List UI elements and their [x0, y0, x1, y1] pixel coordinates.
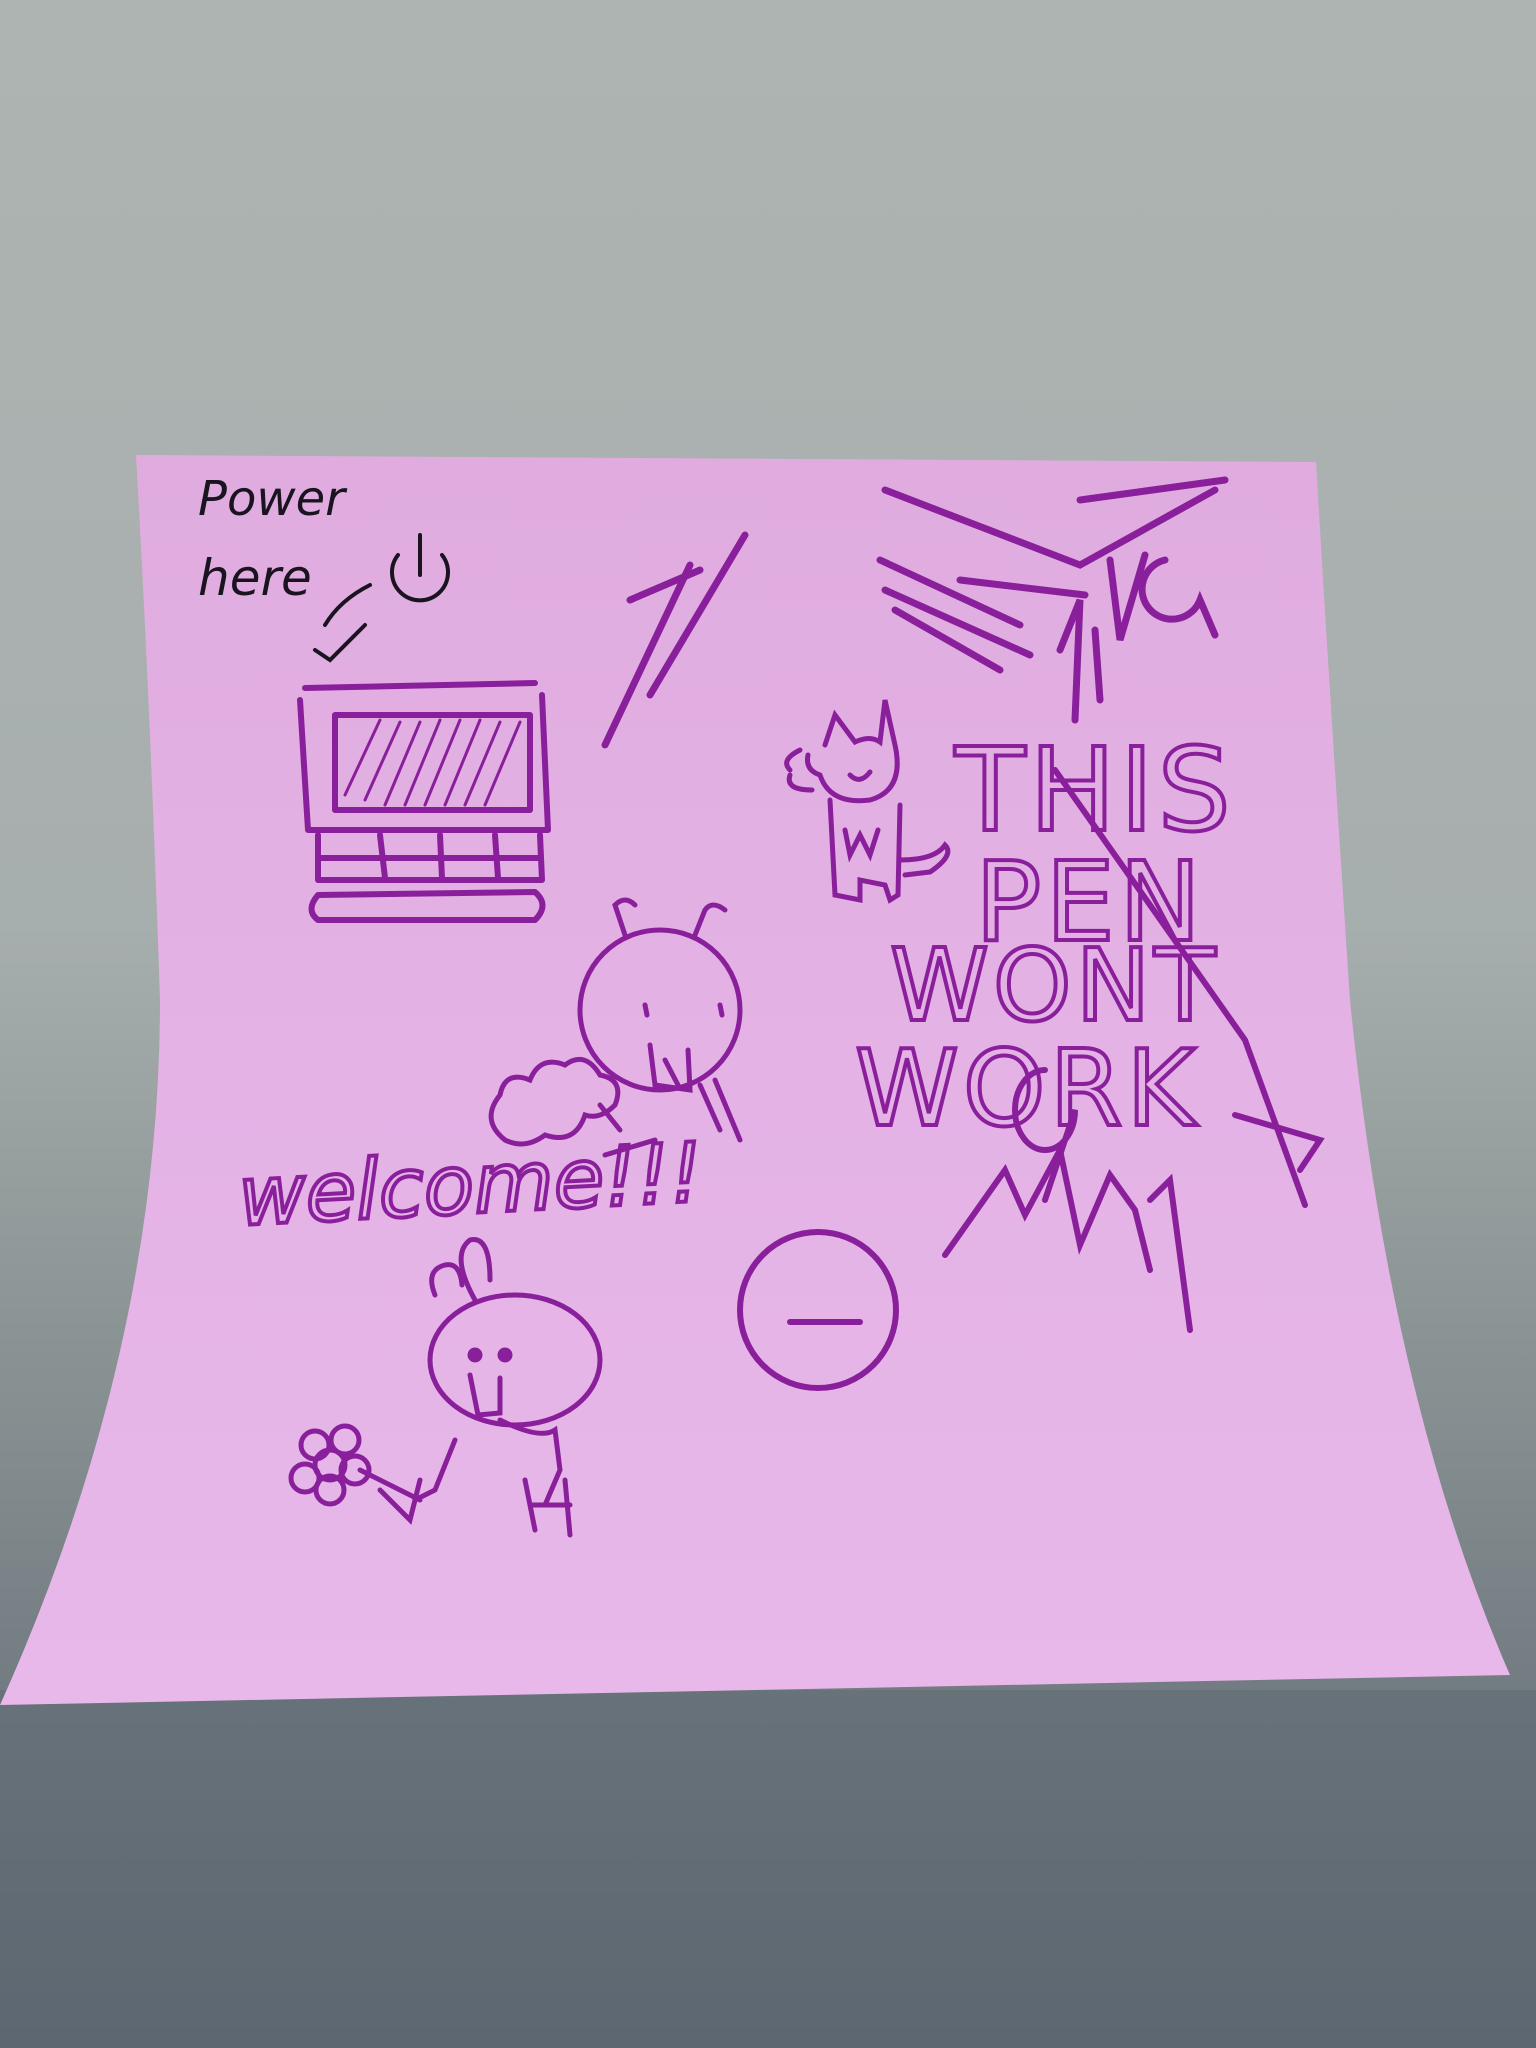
shadow — [0, 1690, 1536, 2048]
power-label-line2: here — [198, 549, 312, 607]
power-label-line1: Power — [198, 471, 348, 527]
crossed-text-line3: WONT — [890, 927, 1219, 1044]
sticky-note-photo: Power here THIS PEN WONT WORK welcome!!! — [0, 0, 1536, 2048]
sticky-note — [0, 455, 1510, 1705]
crossed-text-line4: WORK — [855, 1028, 1199, 1150]
photo-scene: Power here THIS PEN WONT WORK welcome!!! — [0, 0, 1536, 2048]
